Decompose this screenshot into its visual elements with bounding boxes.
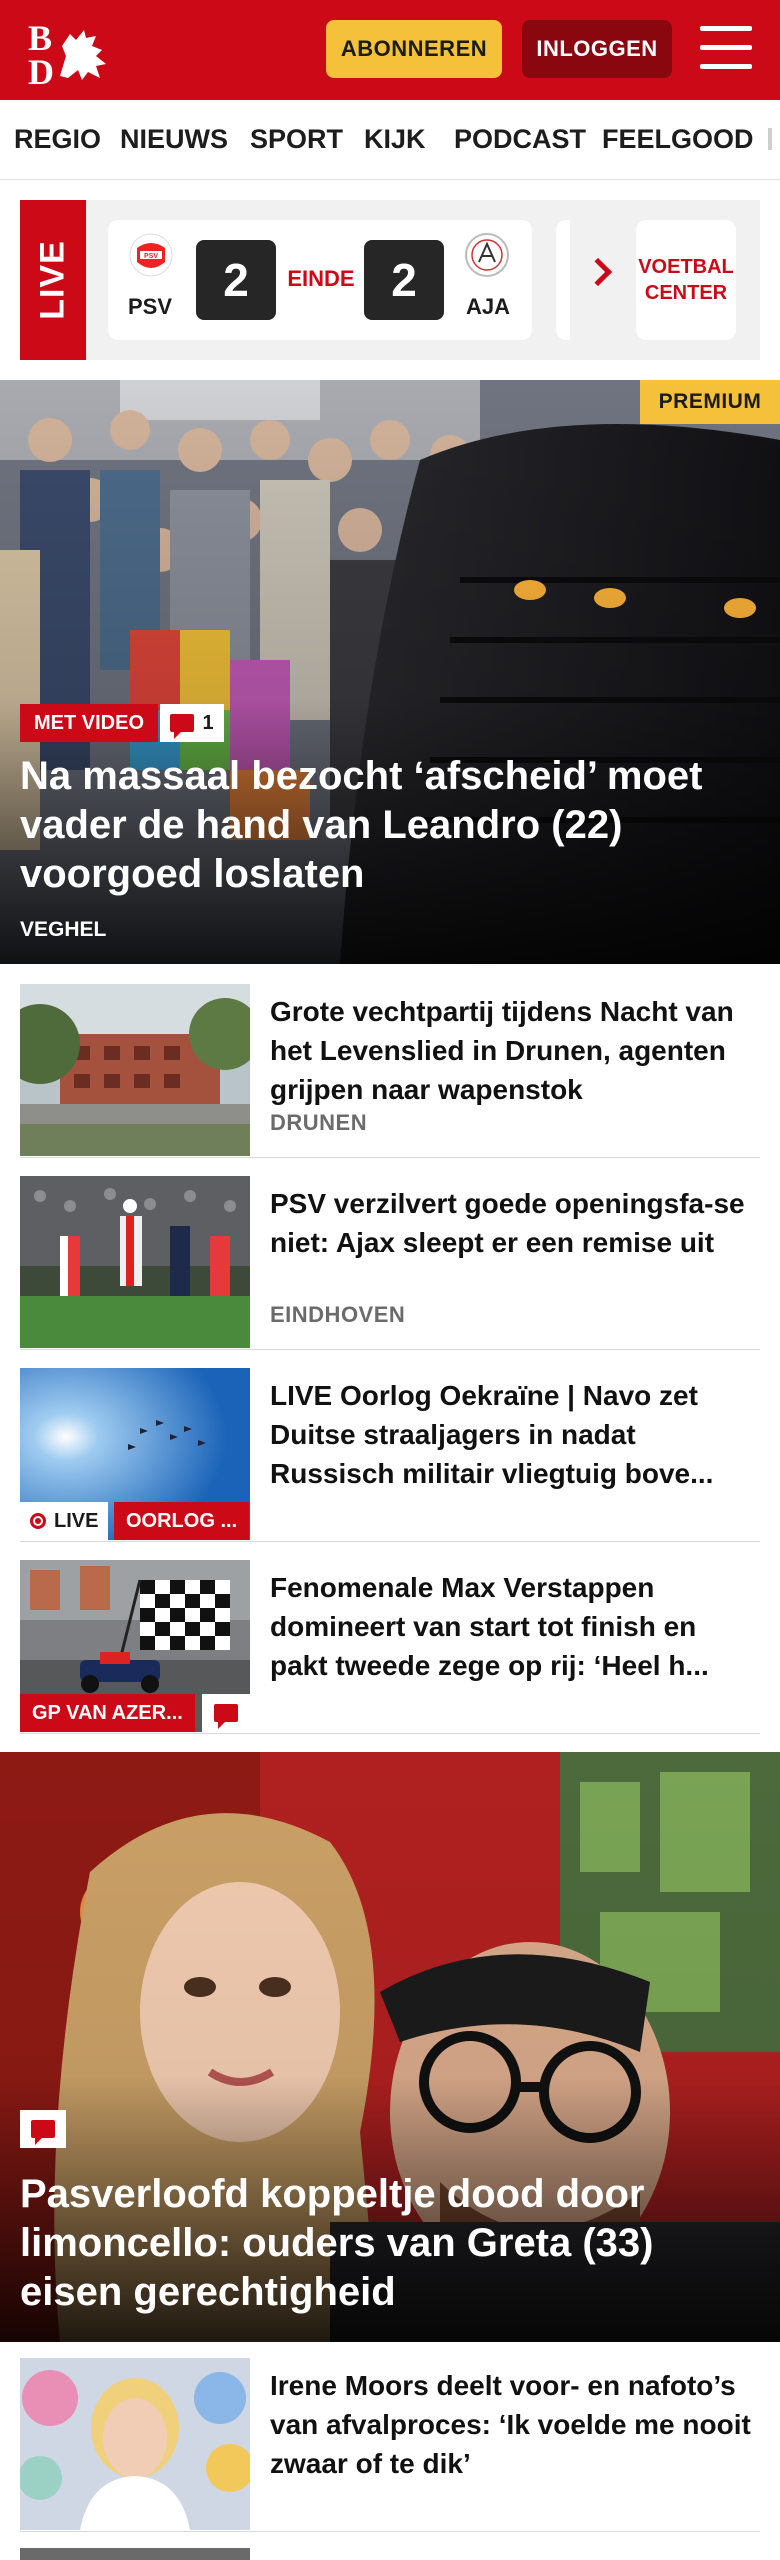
section-nav: REGIO NIEUWS SPORT KIJK PODCAST FEELGOOD — [0, 100, 780, 180]
comment-count-badge[interactable]: 1 — [160, 704, 224, 742]
comment-icon — [214, 1704, 238, 1729]
article-location: DRUNEN — [270, 1110, 368, 1135]
nav-item-sport[interactable]: SPORT — [250, 124, 343, 155]
video-badge: MET VIDEO — [20, 704, 159, 742]
subscribe-button[interactable]: ABONNEREN — [326, 20, 502, 78]
live-dot-icon — [30, 1513, 46, 1529]
list-item[interactable]: PSV verzilvert goede openingsfa-se niet:… — [20, 1176, 760, 1350]
voetbal-center-link[interactable]: VOETBAL CENTER — [636, 220, 736, 340]
top-header: B D ABONNEREN INLOGGEN — [0, 0, 780, 100]
match-card[interactable]: PSV PSV 2 EINDE 2 AJA — [108, 220, 532, 340]
svg-text:D: D — [28, 52, 54, 86]
article-thumbnail — [20, 1176, 250, 1348]
nav-item-nieuws[interactable]: NIEUWS — [120, 124, 228, 155]
nav-overflow-hint — [768, 128, 772, 150]
nav-item-kijk[interactable]: KIJK — [364, 124, 426, 155]
nav-item-podcast[interactable]: PODCAST — [454, 124, 586, 155]
article-thumbnail: LIVE OORLOG ... — [20, 1368, 250, 1540]
featured-title[interactable]: Pasverloofd koppeltje dood door limoncel… — [20, 2170, 740, 2317]
comment-badge[interactable] — [20, 2110, 66, 2148]
login-button[interactable]: INLOGGEN — [522, 20, 672, 78]
article-title[interactable]: Irene Moors deelt voor- en nafoto’s van … — [270, 2366, 760, 2483]
comment-icon — [170, 714, 195, 739]
nav-item-feelgood[interactable]: FEELGOOD — [602, 124, 754, 155]
menu-icon[interactable] — [700, 26, 752, 70]
home-score: 2 — [196, 240, 276, 320]
featured-article[interactable]: Pasverloofd koppeltje dood door limoncel… — [0, 1752, 780, 2342]
away-team: AJA — [466, 294, 511, 319]
voetbal-center-line2: CENTER — [644, 282, 728, 304]
article-thumbnail — [20, 984, 250, 1156]
next-article-thumbnail — [20, 2548, 250, 2560]
category-tag: GP VAN AZER... — [20, 1694, 195, 1732]
live-tag-label: LIVE — [54, 1509, 99, 1532]
bd-logo[interactable]: B D — [26, 16, 122, 92]
next-match-card-stub[interactable] — [556, 220, 570, 340]
home-team: PSV — [128, 294, 173, 319]
article-thumbnail — [20, 2358, 250, 2530]
match-status: EINDE — [287, 266, 355, 291]
chevron-right-icon[interactable] — [583, 257, 613, 287]
list-item[interactable]: LIVE OORLOG ... LIVE Oorlog Oekraïne | N… — [20, 1368, 760, 1542]
away-score: 2 — [364, 240, 444, 320]
article-location: EINDHOVEN — [270, 1302, 406, 1327]
svg-text:PSV: PSV — [144, 253, 158, 260]
live-scores-strip: LIVE PSV PSV 2 EINDE 2 AJA VOETBAL CENTE… — [20, 200, 760, 360]
hero-title[interactable]: Na massaal bezocht ‘afscheid’ moet vader… — [20, 752, 740, 899]
comment-count: 1 — [202, 711, 214, 734]
comment-badge[interactable] — [202, 1694, 250, 1732]
psv-logo-icon: PSV — [129, 233, 173, 277]
list-item[interactable]: Irene Moors deelt voor- en nafoto’s van … — [20, 2358, 760, 2532]
comment-icon — [31, 2120, 55, 2145]
list-item[interactable]: GP VAN AZER... Fenomenale Max Verstappen… — [20, 1560, 760, 1734]
hero-article[interactable]: PREMIUM MET VIDEO 1 Na massaal bezocht ‘… — [0, 380, 780, 964]
premium-badge: PREMIUM — [640, 380, 780, 424]
live-tag: LIVE — [20, 1502, 109, 1540]
article-title[interactable]: LIVE Oorlog Oekraïne | Navo zet Duitse s… — [270, 1376, 760, 1493]
article-title[interactable]: Fenomenale Max Verstappen domineert van … — [270, 1568, 760, 1685]
article-thumbnail: GP VAN AZER... — [20, 1560, 250, 1732]
article-title[interactable]: PSV verzilvert goede openingsfa-se niet:… — [270, 1184, 760, 1262]
live-badge: LIVE — [20, 200, 86, 360]
voetbal-center-line1: VOETBAL — [638, 256, 734, 278]
list-item[interactable]: Grote vechtpartij tijdens Nacht van het … — [20, 984, 760, 1158]
article-title[interactable]: Grote vechtpartij tijdens Nacht van het … — [270, 992, 760, 1109]
live-badge-label: LIVE — [33, 240, 72, 320]
hero-location: VEGHEL — [20, 918, 107, 941]
ajax-logo-icon — [465, 233, 509, 277]
category-tag: OORLOG ... — [114, 1502, 250, 1540]
nav-item-regio[interactable]: REGIO — [14, 124, 101, 155]
